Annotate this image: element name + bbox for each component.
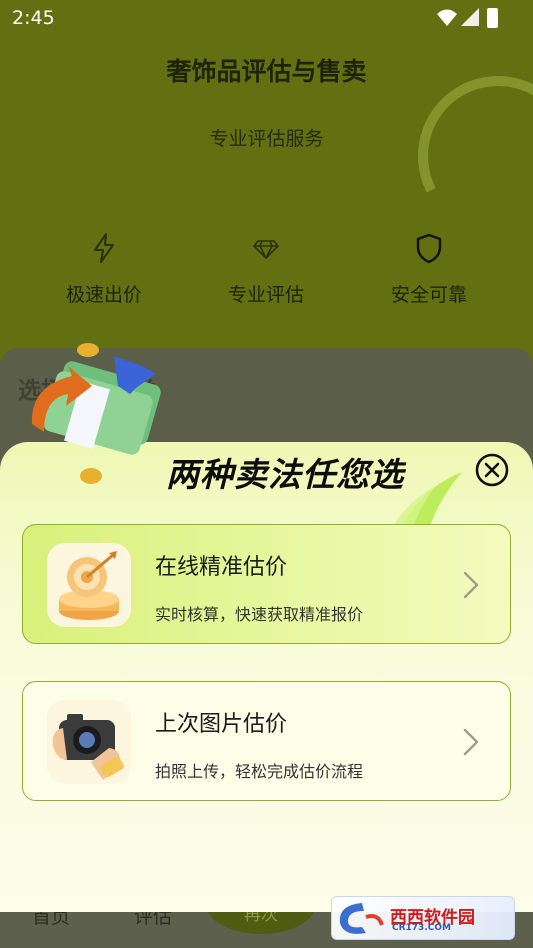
status-time: 2:45 — [12, 7, 55, 29]
camera-icon — [47, 700, 131, 784]
signal-icon — [461, 8, 479, 26]
chevron-right-icon — [463, 728, 479, 756]
diamond-icon — [253, 240, 279, 259]
leaf-decoration — [394, 472, 462, 526]
option-description: 拍照上传，轻松完成估价流程 — [155, 762, 364, 781]
feature-label: 安全可靠 — [390, 284, 467, 306]
lightning-icon — [94, 233, 114, 263]
feature-label: 极速出价 — [65, 284, 142, 306]
watermark-url: CR173.COM — [392, 923, 451, 933]
feature-professional: 专业评估 — [196, 232, 336, 307]
battery-icon — [487, 8, 498, 28]
option-description: 实时核算，快速获取精准报价 — [155, 605, 364, 624]
page-title: 奢饰品评估与售卖 — [166, 57, 367, 86]
chevron-right-icon — [463, 571, 479, 599]
status-bar: 2:45 — [0, 0, 533, 36]
feature-safe: 安全可靠 — [359, 232, 499, 307]
watermark-logo: 西西软件园 CR173.COM — [331, 896, 515, 940]
feature-label: 专业评估 — [227, 284, 304, 306]
option-photo-quote[interactable]: 上次图片估价 拍照上传，轻松完成估价流程 — [22, 681, 511, 801]
option-title: 上次图片估价 — [155, 712, 288, 737]
shield-icon — [416, 233, 442, 264]
feature-fast-quote: 极速出价 — [34, 232, 174, 307]
page-subtitle: 专业评估服务 — [209, 128, 324, 150]
watermark-swirl-icon — [339, 903, 384, 934]
target-icon — [47, 543, 131, 627]
status-icons — [437, 8, 498, 28]
wifi-icon — [437, 9, 457, 26]
close-icon[interactable] — [474, 452, 510, 488]
option-online-quote[interactable]: 在线精准估价 实时核算，快速获取精准报价 — [22, 524, 511, 644]
money-sticker-icon — [31, 343, 161, 484]
option-title: 在线精准估价 — [155, 555, 288, 580]
dialog-title: 两种卖法任您选 — [166, 455, 404, 494]
